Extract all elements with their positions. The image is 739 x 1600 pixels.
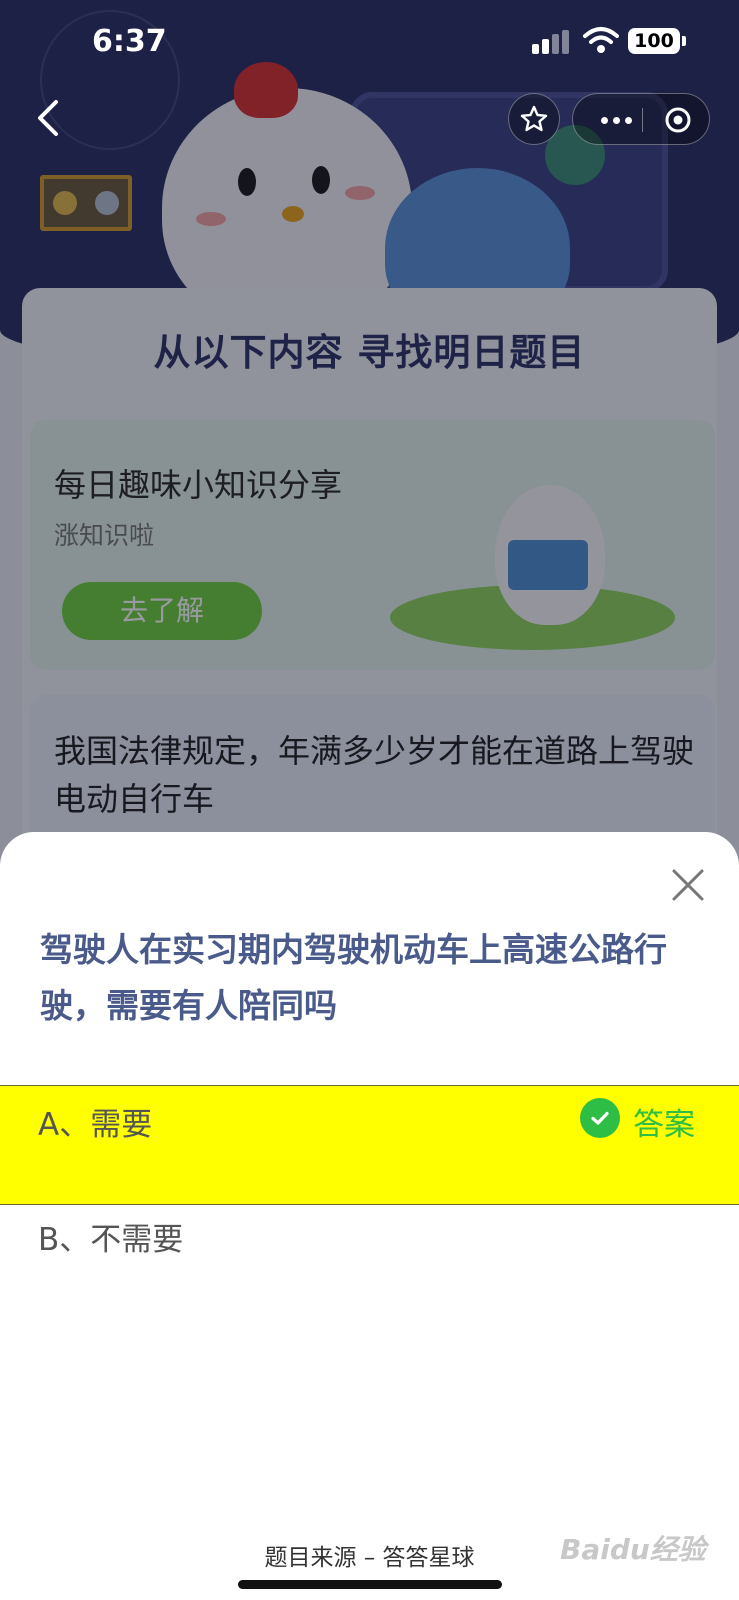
answer-tag: 答案: [633, 1107, 695, 1143]
star-icon: [520, 105, 548, 132]
status-time: 6:37: [92, 24, 167, 59]
back-arrow-icon[interactable]: [30, 96, 70, 140]
wifi-icon: [583, 27, 619, 53]
cellular-signal-icon: [532, 30, 572, 54]
battery-indicator: 100: [628, 28, 686, 54]
more-menu-button[interactable]: [591, 94, 641, 146]
option-a-label[interactable]: A、需要: [38, 1099, 152, 1144]
miniprogram-capsule: [572, 93, 710, 145]
capsule-divider: [642, 108, 643, 132]
more-dots-icon: [600, 116, 608, 124]
question-text: 驾驶人在实习期内驾驶机动车上高速公路行驶，需要有人陪同吗: [40, 930, 667, 1025]
baidu-watermark: Baidu经验: [560, 1533, 706, 1566]
exit-miniprogram-button[interactable]: [653, 94, 703, 146]
close-icon[interactable]: [668, 865, 708, 905]
check-circle-icon: [580, 1098, 620, 1138]
favorite-button[interactable]: [508, 93, 560, 145]
option-b-label[interactable]: B、不需要: [38, 1214, 183, 1259]
target-circle-icon: [665, 107, 691, 133]
home-indicator[interactable]: [238, 1580, 502, 1589]
